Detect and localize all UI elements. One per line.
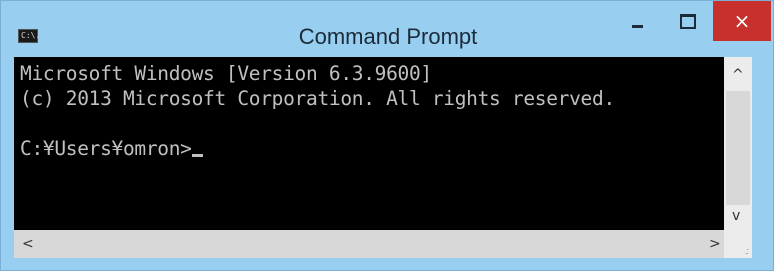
close-button[interactable]: × [713,1,771,41]
horizontal-scrollbar[interactable]: < > [14,230,724,258]
vertical-scroll-thumb[interactable] [726,91,750,205]
console-line: Microsoft Windows [Version 6.3.9600] [20,62,432,85]
resize-grip[interactable]: .: [724,230,752,258]
console-output[interactable]: Microsoft Windows [Version 6.3.9600] (c)… [14,57,724,230]
scroll-down-icon[interactable]: v [732,208,740,224]
vertical-scrollbar[interactable]: ^ v [724,57,752,230]
maximize-button[interactable] [663,1,713,41]
scroll-left-icon[interactable]: < [22,236,34,252]
console-line: (c) 2013 Microsoft Corporation. All righ… [20,87,615,110]
minimize-icon [631,24,643,28]
command-prompt-window: C:\. Command Prompt × Microsoft Windows … [0,0,774,271]
console-prompt: C:¥Users¥omron> [20,137,192,160]
close-icon: × [733,9,751,33]
minimize-button[interactable] [611,1,663,41]
resize-grip-icon: .: [744,246,749,256]
scroll-up-icon[interactable]: ^ [732,67,744,83]
scroll-right-icon[interactable]: > [709,236,721,252]
maximize-icon [680,13,696,29]
text-cursor [191,154,203,157]
title-bar[interactable]: C:\. Command Prompt × [1,1,773,57]
